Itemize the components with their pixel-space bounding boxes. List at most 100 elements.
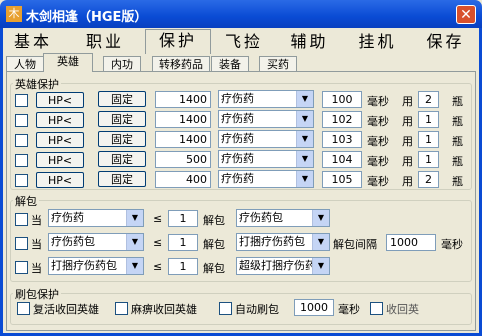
dropdown-arrow-icon: ▼ <box>312 234 329 250</box>
recall-hero-checkbox[interactable] <box>370 302 383 315</box>
fixed-button[interactable]: 固定 <box>98 171 146 187</box>
subtab-character[interactable]: 人物 <box>6 56 44 72</box>
potion-select[interactable]: 疗伤药 ▼ <box>218 90 314 108</box>
fixed-button[interactable]: 固定 <box>98 111 146 127</box>
unpack-item-value: 疗伤药包 <box>51 235 95 248</box>
tab-afk[interactable]: 挂机 <box>350 31 405 53</box>
subtab-hero[interactable]: 英雄 <box>43 53 93 72</box>
dropdown-arrow-icon: ▼ <box>296 171 313 187</box>
unpack-label: 解包 <box>13 193 39 209</box>
unpack-checkbox[interactable] <box>15 213 28 226</box>
fixed-button[interactable]: 固定 <box>98 151 146 167</box>
unpack-pack-select[interactable]: 打捆疗伤药包 ▼ <box>236 233 330 251</box>
potion-select[interactable]: 疗伤药 ▼ <box>218 110 314 128</box>
unpack-qty-input[interactable]: 1 <box>168 210 198 227</box>
paralyze-recall-checkbox[interactable] <box>115 302 128 315</box>
bottle-count-input[interactable]: 1 <box>418 111 439 128</box>
tab-pickup[interactable]: 飞捡 <box>214 31 274 53</box>
hero-row-checkbox[interactable] <box>15 134 28 147</box>
bottle-count-input[interactable]: 1 <box>418 131 439 148</box>
use-label: 用 <box>402 175 413 188</box>
dropdown-arrow-icon: ▼ <box>296 151 313 167</box>
unpack-qty-input[interactable]: 1 <box>168 258 198 275</box>
bottle-count-input[interactable]: 2 <box>418 171 439 188</box>
refresh-interval-input[interactable]: 1000 <box>294 299 334 316</box>
unpack-checkbox[interactable] <box>15 237 28 250</box>
when-label: 当 <box>31 262 42 275</box>
hp-less-button[interactable]: HP< <box>36 152 84 168</box>
unpack-interval-input[interactable]: 1000 <box>386 234 436 251</box>
tab-class[interactable]: 职业 <box>80 31 130 53</box>
bottle-label: 瓶 <box>452 95 463 108</box>
unpack-pack-value: 疗伤药包 <box>239 211 283 224</box>
auto-refresh-checkbox[interactable] <box>219 302 232 315</box>
potion-select-value: 疗伤药 <box>221 112 254 125</box>
unpack-item-select[interactable]: 疗伤药 ▼ <box>48 209 144 227</box>
close-button[interactable]: ✕ <box>456 5 476 24</box>
when-label: 当 <box>31 214 42 227</box>
dropdown-arrow-icon: ▼ <box>296 111 313 127</box>
subtab-transfer-potion[interactable]: 转移药品 <box>152 56 210 72</box>
potion-select-value: 疗伤药 <box>221 132 254 145</box>
bottle-label: 瓶 <box>452 115 463 128</box>
interval-input[interactable]: 105 <box>322 171 362 188</box>
bottle-count-input[interactable]: 2 <box>418 91 439 108</box>
dropdown-arrow-icon: ▼ <box>312 258 329 274</box>
dropdown-arrow-icon: ▼ <box>126 210 143 226</box>
window-title: 木剑相逢（HGE版） <box>26 10 148 25</box>
hp-threshold-input[interactable]: 1400 <box>155 111 211 128</box>
leq-label: ≤ <box>153 236 163 249</box>
hero-row-checkbox[interactable] <box>15 174 28 187</box>
ms-label: 毫秒 <box>367 135 389 148</box>
dropdown-arrow-icon: ▼ <box>296 131 313 147</box>
subtab-inner-power[interactable]: 内功 <box>103 56 141 72</box>
hp-threshold-input[interactable]: 500 <box>155 151 211 168</box>
interval-input[interactable]: 104 <box>322 151 362 168</box>
ms-label: 毫秒 <box>367 175 389 188</box>
interval-input[interactable]: 102 <box>322 111 362 128</box>
hp-less-button[interactable]: HP< <box>36 112 84 128</box>
tab-basic[interactable]: 基本 <box>8 31 58 53</box>
hero-row-checkbox[interactable] <box>15 114 28 127</box>
unpack-action-label: 解包 <box>203 238 225 251</box>
potion-select[interactable]: 疗伤药 ▼ <box>218 150 314 168</box>
use-label: 用 <box>402 135 413 148</box>
unpack-pack-value: 打捆疗伤药包 <box>239 235 305 248</box>
unpack-item-select[interactable]: 打捆疗伤药包 ▼ <box>48 257 144 275</box>
leq-label: ≤ <box>153 260 163 273</box>
unpack-pack-value: 超级打捆疗伤药 <box>239 259 316 272</box>
revive-recall-checkbox[interactable] <box>17 302 30 315</box>
fixed-button[interactable]: 固定 <box>98 131 146 147</box>
potion-select-value: 疗伤药 <box>221 92 254 105</box>
interval-input[interactable]: 100 <box>322 91 362 108</box>
unpack-item-select[interactable]: 疗伤药包 ▼ <box>48 233 144 251</box>
tab-protect[interactable]: 保护 <box>145 29 211 54</box>
unpack-pack-select[interactable]: 疗伤药包 ▼ <box>236 209 330 227</box>
subtab-buy-potion[interactable]: 买药 <box>259 56 297 72</box>
hp-threshold-input[interactable]: 1400 <box>155 131 211 148</box>
unpack-qty-input[interactable]: 1 <box>168 234 198 251</box>
hp-threshold-input[interactable]: 1400 <box>155 91 211 108</box>
revive-recall-label: 复活收回英雄 <box>33 303 99 316</box>
tab-assist[interactable]: 辅助 <box>282 31 337 53</box>
leq-label: ≤ <box>153 212 163 225</box>
subtab-equip[interactable]: 装备 <box>211 56 249 72</box>
fixed-button[interactable]: 固定 <box>98 91 146 107</box>
potion-select[interactable]: 疗伤药 ▼ <box>218 130 314 148</box>
hero-row-checkbox[interactable] <box>15 94 28 107</box>
bottle-label: 瓶 <box>452 155 463 168</box>
interval-input[interactable]: 103 <box>322 131 362 148</box>
hero-row-checkbox[interactable] <box>15 154 28 167</box>
hp-threshold-input[interactable]: 400 <box>155 171 211 188</box>
unpack-checkbox[interactable] <box>15 261 28 274</box>
potion-select[interactable]: 疗伤药 ▼ <box>218 170 314 188</box>
unpack-pack-select[interactable]: 超级打捆疗伤药 ▼ <box>236 257 330 275</box>
hp-less-button[interactable]: HP< <box>36 92 84 108</box>
ms-label: 毫秒 <box>367 155 389 168</box>
hp-less-button[interactable]: HP< <box>36 172 84 188</box>
hp-less-button[interactable]: HP< <box>36 132 84 148</box>
tab-save[interactable]: 保存 <box>418 31 473 53</box>
dropdown-arrow-icon: ▼ <box>126 234 143 250</box>
bottle-count-input[interactable]: 1 <box>418 151 439 168</box>
hero-protect-label: 英雄保护 <box>13 76 61 92</box>
